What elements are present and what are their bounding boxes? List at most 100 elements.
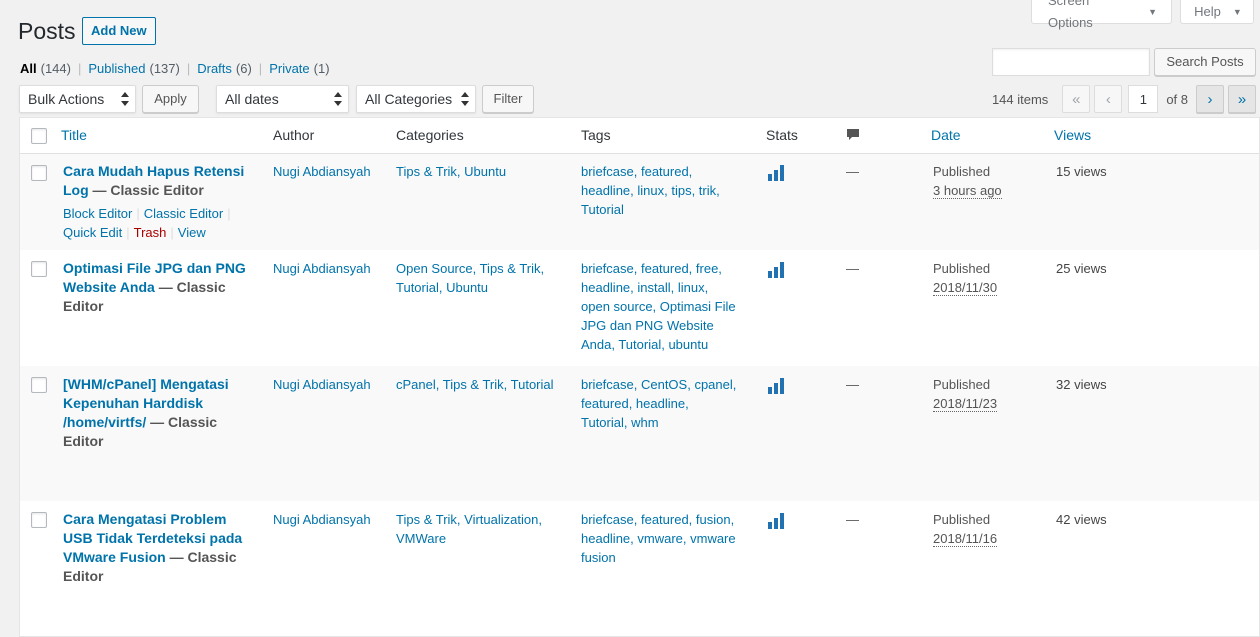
first-page-icon: « [1062, 85, 1091, 113]
author-link[interactable]: Nugi Abdiansyah [273, 162, 371, 181]
quick-edit-link[interactable]: Quick Edit [63, 225, 122, 240]
row-checkbox[interactable] [31, 165, 47, 181]
apply-button[interactable]: Apply [142, 85, 199, 113]
trash-link[interactable]: Trash [134, 225, 167, 240]
post-views: 25 views [1056, 261, 1107, 276]
table-row: Cara Mudah Hapus Retensi Log — Classic E… [20, 154, 1259, 250]
author-link[interactable]: Nugi Abdiansyah [273, 510, 371, 529]
post-views: 32 views [1056, 377, 1107, 392]
stats-icon[interactable] [768, 513, 784, 529]
table-header: Title Author Categories Tags Stats Date … [20, 118, 1259, 154]
add-new-button[interactable]: Add New [82, 17, 156, 45]
stats-icon[interactable] [768, 378, 784, 394]
categories-links[interactable]: Open Source, Tips & Trik, Tutorial, Ubunt… [396, 259, 571, 297]
separator: | [258, 61, 263, 76]
comments-count: — [846, 377, 859, 392]
search-posts-button[interactable]: Search Posts [1154, 48, 1256, 76]
table-row: Cara Mengatasi Problem USB Tidak Terdete… [20, 501, 1259, 621]
dates-filter-value: All dates [225, 91, 279, 107]
current-page-input[interactable]: 1 [1128, 85, 1159, 113]
screen-options-label: Screen Options [1048, 0, 1093, 30]
categories-links[interactable]: cPanel, Tips & Trik, Tutorial [396, 375, 576, 394]
screen-options-button[interactable]: Screen Options ▼ [1031, 0, 1172, 30]
bulk-actions-select[interactable]: Bulk Actions [19, 85, 136, 113]
prev-page-icon: ‹ [1094, 85, 1123, 113]
tags-links[interactable]: briefcase, CentOS, cpanel, featured, head… [581, 375, 756, 432]
column-categories: Categories [396, 127, 464, 143]
view-published[interactable]: Published (137) [88, 61, 179, 76]
posts-table: Title Author Categories Tags Stats Date … [19, 117, 1260, 637]
tags-links[interactable]: briefcase, featured, headline, linux, tip… [581, 162, 756, 219]
categories-links[interactable]: Tips & Trik, Virtualization, VMWare [396, 510, 571, 548]
page-title: Posts [18, 18, 76, 44]
select-all-checkbox[interactable] [31, 128, 47, 144]
view-private[interactable]: Private (1) [269, 61, 329, 76]
stats-icon[interactable] [768, 165, 784, 181]
tags-links[interactable]: briefcase, featured, fusion, headline, vm… [581, 510, 756, 567]
column-views[interactable]: Views [1054, 127, 1091, 143]
categories-filter-select[interactable]: All Categories [356, 85, 476, 113]
post-state: — Classic [158, 279, 226, 295]
post-date: Published 2018/11/16 [933, 512, 998, 547]
row-checkbox[interactable] [31, 377, 47, 393]
stats-icon[interactable] [768, 262, 784, 278]
dates-filter-select[interactable]: All dates [216, 85, 349, 113]
caret-down-icon: ▼ [1232, 6, 1242, 17]
row-checkbox[interactable] [31, 512, 47, 528]
classic-editor-link[interactable]: Classic Editor [144, 206, 223, 221]
comments-count: — [846, 512, 859, 527]
view-link[interactable]: View [178, 225, 206, 240]
comment-bubble-icon[interactable] [846, 128, 860, 145]
table-row: [WHM/cPanel] Mengatasi Kepenuhan Harddis… [20, 366, 1259, 501]
post-state: — Classic [150, 414, 218, 430]
post-state: Editor [63, 568, 104, 584]
row-checkbox[interactable] [31, 261, 47, 277]
post-status-filter: All (144) | Published (137) | Drafts (6) | … [20, 61, 330, 76]
tags-links[interactable]: briefcase, featured, free, headline, inst… [581, 259, 756, 354]
help-button[interactable]: Help ▼ [1180, 0, 1254, 24]
categories-links[interactable]: Tips & Trik, Ubuntu [396, 162, 571, 181]
separator: | [186, 61, 191, 76]
author-link[interactable]: Nugi Abdiansyah [273, 259, 371, 278]
post-title-link[interactable]: Cara Mudah Hapus Retensi Log — Classic E… [63, 162, 263, 200]
post-title-link[interactable]: Optimasi File JPG dan PNG Website Anda —… [63, 259, 263, 316]
block-editor-link[interactable]: Block Editor [63, 206, 132, 221]
column-author: Author [273, 127, 315, 143]
separator: | [77, 61, 82, 76]
select-arrows-icon [461, 92, 469, 106]
select-arrows-icon [121, 92, 129, 106]
post-date: Published 2018/11/30 [933, 261, 998, 296]
post-title-link[interactable]: [WHM/cPanel] Mengatasi Kepenuhan Harddis… [63, 375, 263, 451]
total-pages: of 8 [1166, 91, 1188, 107]
post-state: Editor [63, 298, 104, 314]
comments-count: — [846, 261, 859, 276]
bulk-actions-value: Bulk Actions [28, 91, 105, 107]
search-input[interactable] [992, 48, 1150, 76]
view-drafts[interactable]: Drafts (6) [197, 61, 252, 76]
pagination: 144 items « ‹ 1 of 8 › » [992, 85, 1256, 113]
next-page-button[interactable]: › [1196, 85, 1224, 113]
last-page-button[interactable]: » [1228, 85, 1256, 113]
column-tags: Tags [581, 127, 611, 143]
post-date: Published 2018/11/23 [933, 377, 998, 412]
help-label: Help [1194, 3, 1221, 19]
column-date[interactable]: Date [931, 127, 961, 143]
column-stats: Stats [766, 127, 798, 143]
post-views: 15 views [1056, 164, 1107, 179]
filter-button[interactable]: Filter [482, 85, 534, 113]
row-actions: Block Editor | Classic Editor | Quick Edit |… [63, 206, 231, 240]
post-state: — Classic [169, 549, 237, 565]
items-count: 144 items [991, 91, 1049, 107]
comments-count: — [846, 164, 859, 179]
column-title[interactable]: Title [61, 127, 87, 143]
post-state: — Classic Editor [92, 182, 204, 198]
post-date: Published 3 hours ago [933, 164, 1002, 199]
post-title-link[interactable]: Cara Mengatasi Problem USB Tidak Terdete… [63, 510, 263, 586]
caret-down-icon: ▼ [1148, 6, 1157, 17]
table-row: Optimasi File JPG dan PNG Website Anda —… [20, 250, 1259, 366]
select-arrows-icon [334, 92, 342, 106]
author-link[interactable]: Nugi Abdiansyah [273, 375, 371, 394]
post-views: 42 views [1056, 512, 1107, 527]
categories-filter-value: All Categories [365, 91, 453, 107]
view-all[interactable]: All (144) [20, 61, 71, 76]
